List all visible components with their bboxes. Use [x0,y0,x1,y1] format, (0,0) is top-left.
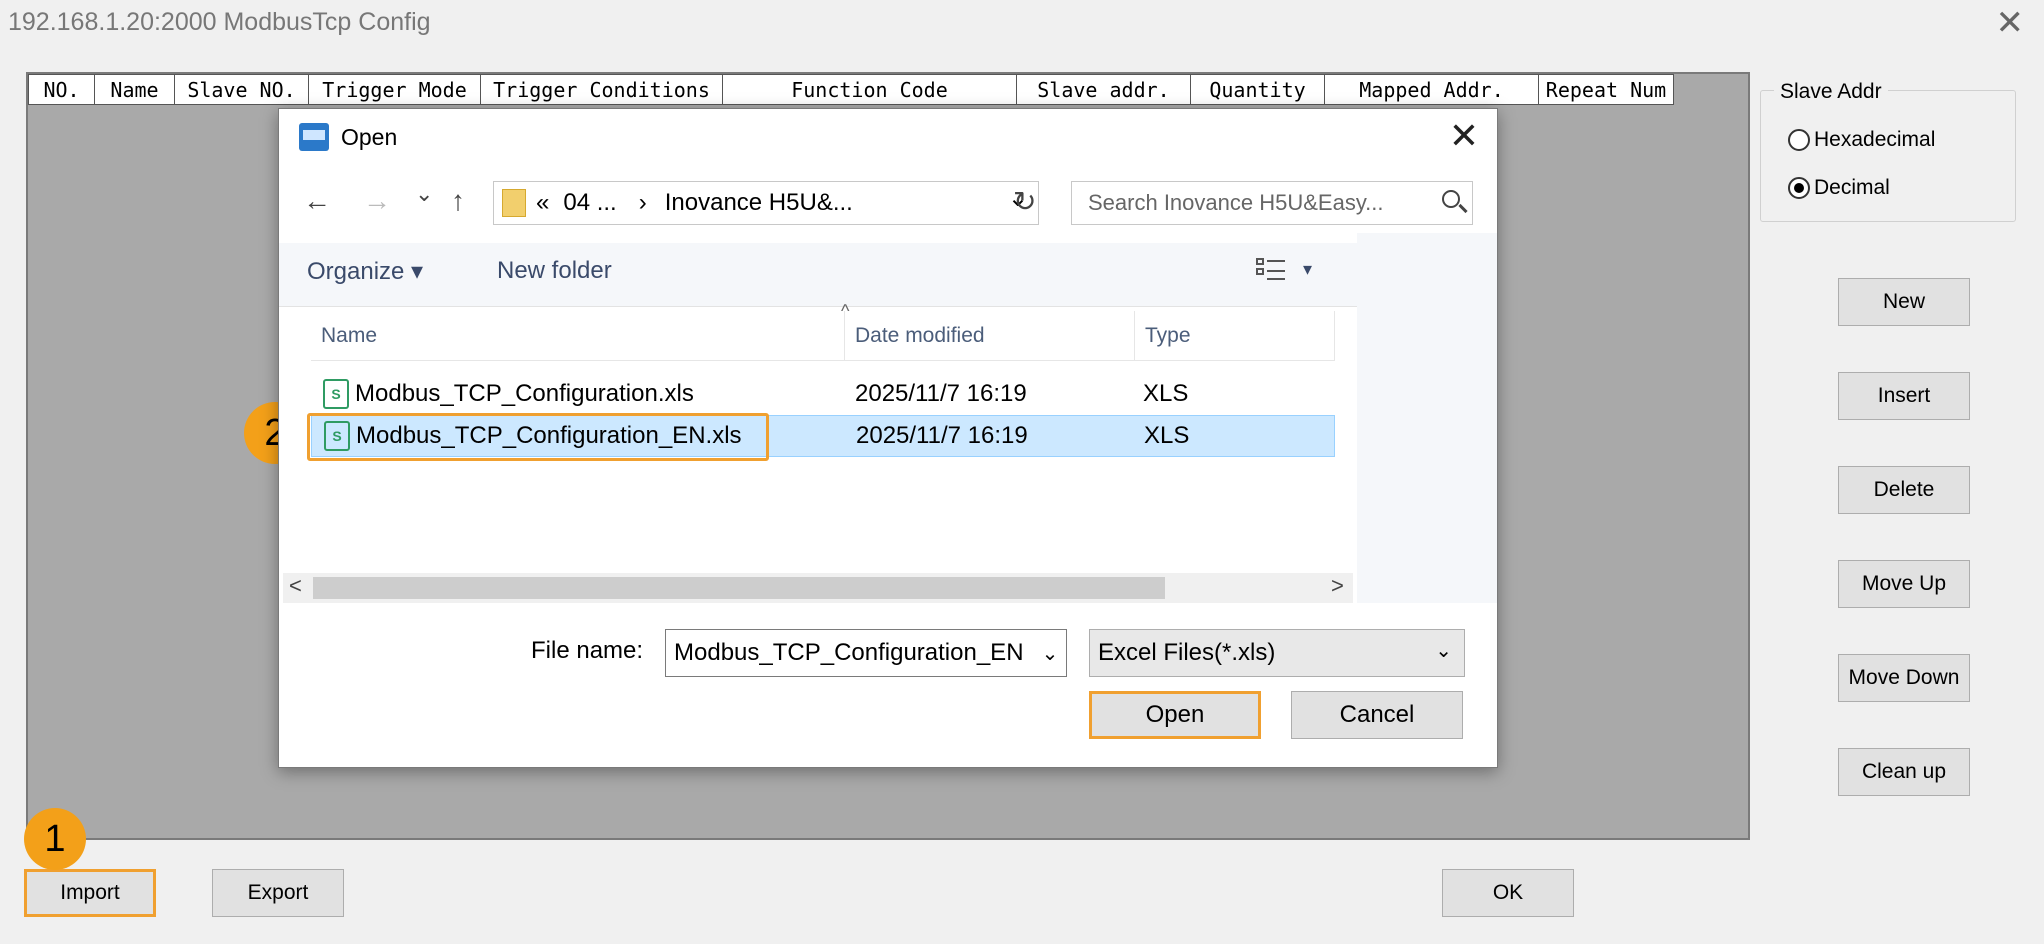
insert-button[interactable]: Insert [1838,372,1970,420]
list-item[interactable]: S Modbus_TCP_Configuration.xls 2025/11/7… [311,373,1335,415]
col-slave-no[interactable]: Slave NO. [175,75,309,104]
file-date: 2025/11/7 16:19 [856,422,1028,449]
header-type[interactable]: Type [1135,311,1335,360]
dialog-close-icon[interactable]: ✕ [1449,115,1479,157]
radio-label: Hexadecimal [1814,128,1936,151]
chevron-down-icon[interactable]: ⌄ [1435,638,1452,663]
address-part-2[interactable]: Inovance H5U&... [665,189,853,217]
radio-selected-icon[interactable] [1788,177,1810,199]
slave-addr-label: Slave Addr [1774,80,1888,104]
search-input[interactable]: Search Inovance H5U&Easy... [1071,181,1473,225]
col-slave-addr[interactable]: Slave addr. [1017,75,1191,104]
col-no[interactable]: NO. [29,75,95,104]
address-bar[interactable]: « 04 ... › Inovance H5U&... ⌄ [493,181,1039,225]
col-name[interactable]: Name [95,75,175,104]
file-type-select[interactable]: Excel Files(*.xls) ⌄ [1089,629,1465,677]
col-function-code[interactable]: Function Code [723,75,1017,104]
export-button[interactable]: Export [212,869,344,917]
header-date-modified[interactable]: Date modified [845,311,1135,360]
col-trigger-mode[interactable]: Trigger Mode [309,75,481,104]
recent-locations-icon[interactable]: ⌄ [415,181,433,207]
excel-file-icon: S [323,379,349,409]
search-icon[interactable] [1442,190,1460,208]
file-type-value: Excel Files(*.xls) [1098,639,1276,666]
col-trigger-conditions[interactable]: Trigger Conditions [481,75,723,104]
new-folder-button[interactable]: New folder [497,257,612,285]
address-chevrons[interactable]: « [536,189,549,217]
view-list-icon[interactable] [1255,255,1287,283]
address-part-1[interactable]: 04 ... [563,189,616,217]
radio-decimal[interactable]: Decimal [1788,176,1890,200]
delete-button[interactable]: Delete [1838,466,1970,514]
file-date: 2025/11/7 16:19 [855,380,1027,407]
selection-highlight [307,413,769,461]
ok-button[interactable]: OK [1442,869,1574,917]
preview-pane [1357,233,1497,603]
search-placeholder: Search Inovance H5U&Easy... [1088,190,1384,215]
dialog-titlebar: Open [299,123,397,151]
dialog-toolbar [279,243,1497,307]
view-menu-icon[interactable]: ▾ [1303,259,1312,280]
file-type: XLS [1144,422,1190,449]
col-quantity[interactable]: Quantity [1191,75,1325,104]
step-badge-1: 1 [24,808,86,870]
col-repeat-num[interactable]: Repeat Num [1539,75,1673,104]
open-button[interactable]: Open [1089,691,1261,739]
move-up-button[interactable]: Move Up [1838,560,1970,608]
app-icon [299,123,329,151]
open-dialog: Open ✕ ← → ⌄ ↑ « 04 ... › Inovance H5U&.… [278,108,1498,768]
file-name-value: Modbus_TCP_Configuration_EN [674,639,1024,666]
import-button[interactable]: Import [24,869,156,917]
refresh-icon[interactable]: ↻ [1013,185,1036,218]
window-close-icon[interactable]: ✕ [1996,6,2025,40]
radio-circle-icon[interactable] [1788,129,1810,151]
window-title: 192.168.1.20:2000 ModbusTcp Config [8,8,431,36]
back-arrow-icon[interactable]: ← [303,185,331,217]
file-name: Modbus_TCP_Configuration.xls [355,380,694,407]
address-separator: › [638,189,647,216]
grid-header: NO. Name Slave NO. Trigger Mode Trigger … [28,74,1674,105]
header-name[interactable]: Name [311,311,845,360]
radio-hexadecimal[interactable]: Hexadecimal [1788,128,1935,152]
forward-arrow-icon[interactable]: → [363,185,391,217]
cancel-button[interactable]: Cancel [1291,691,1463,739]
move-down-button[interactable]: Move Down [1838,654,1970,702]
file-name-label: File name: [531,637,644,664]
file-name-field[interactable]: Modbus_TCP_Configuration_EN ⌄ [665,629,1067,677]
scrollbar-thumb[interactable] [313,577,1165,599]
up-arrow-icon[interactable]: ↑ [451,185,465,217]
dialog-title: Open [341,123,398,150]
folder-icon [502,189,526,217]
clean-up-button[interactable]: Clean up [1838,748,1970,796]
file-type: XLS [1143,380,1189,407]
chevron-down-icon[interactable]: ⌄ [1034,630,1066,676]
slave-addr-group [1760,90,2016,222]
col-mapped-addr[interactable]: Mapped Addr. [1325,75,1539,104]
organize-menu[interactable]: Organize ▾ [307,257,423,286]
new-button[interactable]: New [1838,278,1970,326]
scroll-right-icon[interactable]: > [1331,573,1344,599]
scroll-left-icon[interactable]: < [289,573,302,599]
file-list-header: Name Date modified Type [311,311,1335,361]
radio-label: Decimal [1814,176,1890,199]
